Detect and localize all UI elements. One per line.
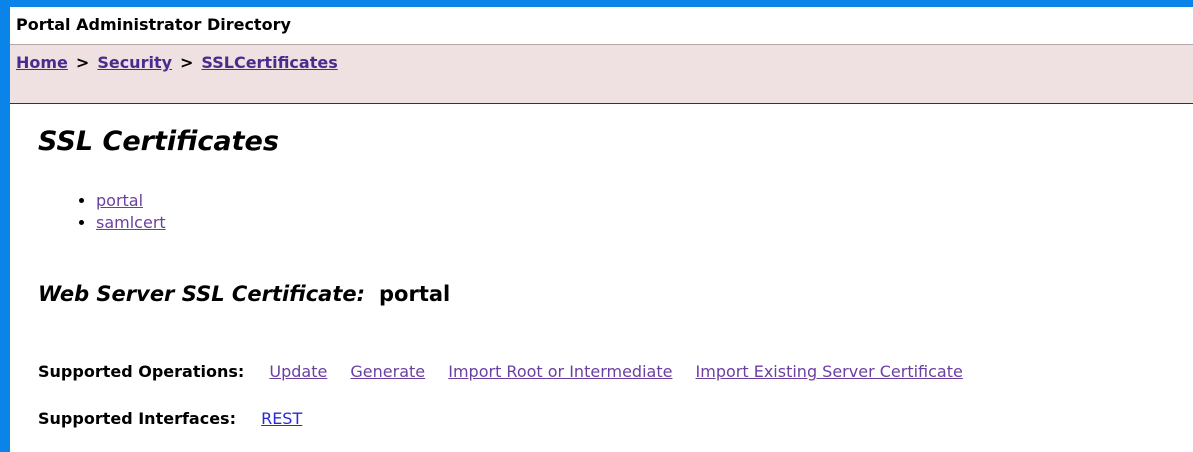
page-header: Portal Administrator Directory [10,7,1193,45]
breadcrumb-home-link[interactable]: Home [16,53,68,72]
web-server-cert-value: portal [379,282,451,306]
web-server-cert-heading: Web Server SSL Certificate: portal [38,282,450,306]
list-item: samlcert [96,212,166,234]
operation-generate-link[interactable]: Generate [350,362,425,381]
operation-import-root-link[interactable]: Import Root or Intermediate [448,362,672,381]
certificate-link-portal[interactable]: portal [96,191,143,210]
certificate-link-samlcert[interactable]: samlcert [96,213,166,232]
operation-update-link[interactable]: Update [269,362,327,381]
certificate-list: portal samlcert [56,190,166,234]
breadcrumb-separator: > [180,53,194,72]
breadcrumb-sslcertificates-link[interactable]: SSLCertificates [201,53,337,72]
directory-page: Portal Administrator Directory Home > Secu… [10,7,1193,452]
supported-operations-row: Supported Operations: Update Generate Im… [38,362,981,381]
web-server-cert-label: Web Server SSL Certificate: [38,282,365,306]
breadcrumb: Home > Security > SSLCertificates [10,45,1193,104]
supported-interfaces-row: Supported Interfaces: REST [38,409,320,428]
supported-interfaces-label: Supported Interfaces: [38,409,236,428]
page-title: SSL Certificates [38,126,279,157]
breadcrumb-security-link[interactable]: Security [97,53,172,72]
list-item: portal [96,190,166,212]
operation-import-existing-link[interactable]: Import Existing Server Certificate [696,362,963,381]
supported-operations-label: Supported Operations: [38,362,245,381]
breadcrumb-separator: > [75,53,90,72]
interface-rest-link[interactable]: REST [261,409,302,428]
header-title: Portal Administrator Directory [16,15,291,34]
